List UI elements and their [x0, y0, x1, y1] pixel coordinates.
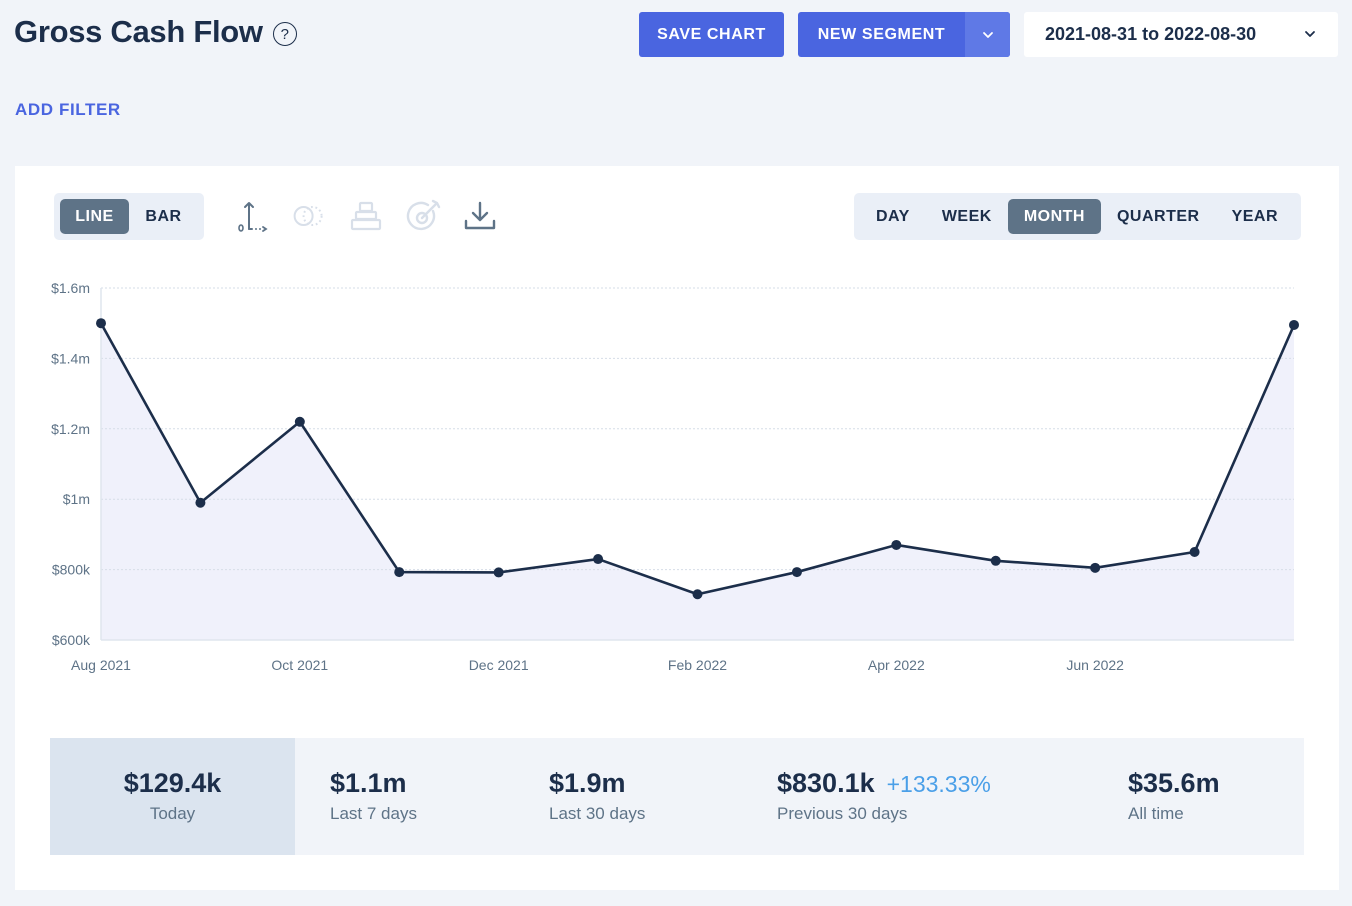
y-tick-label: $800k — [52, 562, 91, 578]
data-point — [593, 554, 604, 565]
stat-value-text: $830.1k — [777, 768, 875, 798]
stat-last-30-days[interactable]: $1.9m Last 30 days — [515, 738, 745, 855]
stat-label: Today — [149, 804, 196, 823]
data-point — [692, 589, 703, 600]
stat-delta: +133.33% — [886, 771, 991, 797]
data-point — [294, 416, 305, 427]
x-tick-label: Aug 2021 — [71, 657, 131, 673]
stat-previous-30-days[interactable]: $830.1k +133.33% Previous 30 days — [745, 738, 1095, 855]
y-tick-label: $1.2m — [51, 421, 90, 437]
data-point — [195, 497, 206, 508]
chart-card: LINE BAR DAY WEEK MONTH QUARTER YEAR $60… — [15, 166, 1339, 890]
page-title: Gross Cash Flow — [14, 14, 263, 49]
data-point — [1090, 562, 1101, 573]
x-tick-label: Oct 2021 — [271, 657, 328, 673]
stat-today[interactable]: $129.4k Today — [50, 738, 295, 855]
x-tick-label: Dec 2021 — [469, 657, 529, 673]
stat-last-7-days[interactable]: $1.1m Last 7 days — [295, 738, 515, 855]
y-tick-label: $1.6m — [51, 280, 90, 296]
data-point — [791, 567, 802, 578]
y-tick-label: $1m — [63, 491, 90, 507]
page: Gross Cash Flow ? SAVE CHART NEW SEGMENT… — [0, 0, 1352, 906]
stat-value: $35.6m — [1128, 768, 1220, 798]
new-segment-label[interactable]: NEW SEGMENT — [798, 26, 965, 44]
y-tick-label: $600k — [52, 632, 91, 648]
question-circle-icon[interactable]: ? — [272, 22, 297, 46]
x-tick-label: Jun 2022 — [1066, 657, 1124, 673]
chevron-down-icon — [982, 31, 993, 38]
y-tick-label: $1.4m — [51, 350, 90, 366]
date-range-select[interactable]: 2021-08-31 to 2022-08-30 — [1024, 12, 1338, 57]
new-segment-button[interactable]: NEW SEGMENT — [798, 12, 1010, 57]
stat-all-time[interactable]: $35.6m All time — [1095, 738, 1304, 855]
data-point — [394, 567, 405, 578]
stat-value: $129.4k — [123, 768, 222, 798]
new-segment-dropdown-toggle[interactable] — [965, 12, 1010, 57]
save-chart-button[interactable]: SAVE CHART — [639, 12, 784, 57]
chevron-down-icon — [1302, 26, 1318, 47]
data-point — [891, 539, 902, 550]
add-filter-link[interactable]: ADD FILTER — [15, 100, 121, 120]
date-range-value: 2021-08-31 to 2022-08-30 — [1045, 24, 1257, 44]
data-point — [493, 567, 504, 578]
stat-label: Last 30 days — [549, 804, 646, 823]
data-point — [96, 318, 106, 329]
stat-value: $1.9m — [549, 768, 626, 798]
data-point — [990, 555, 1001, 566]
data-point — [1189, 547, 1200, 557]
stats-bar: $129.4k Today $1.1m Last 7 days $1.9m La… — [50, 738, 1304, 855]
stat-value: $1.1m — [330, 768, 407, 798]
stat-label: Last 7 days — [330, 804, 417, 823]
page-header: Gross Cash Flow ? — [14, 14, 297, 50]
data-point — [1289, 319, 1299, 330]
stat-label: All time — [1128, 804, 1184, 823]
stat-value: $830.1k +133.33% — [777, 768, 991, 799]
line-chart: $600k $800k $1m $1.2m $1.4m $1.6m Aug 2021 Oct … — [51, 280, 1299, 673]
x-tick-label: Feb 2022 — [668, 657, 727, 673]
stat-label: Previous 30 days — [777, 804, 908, 823]
x-tick-label: Apr 2022 — [868, 657, 925, 673]
